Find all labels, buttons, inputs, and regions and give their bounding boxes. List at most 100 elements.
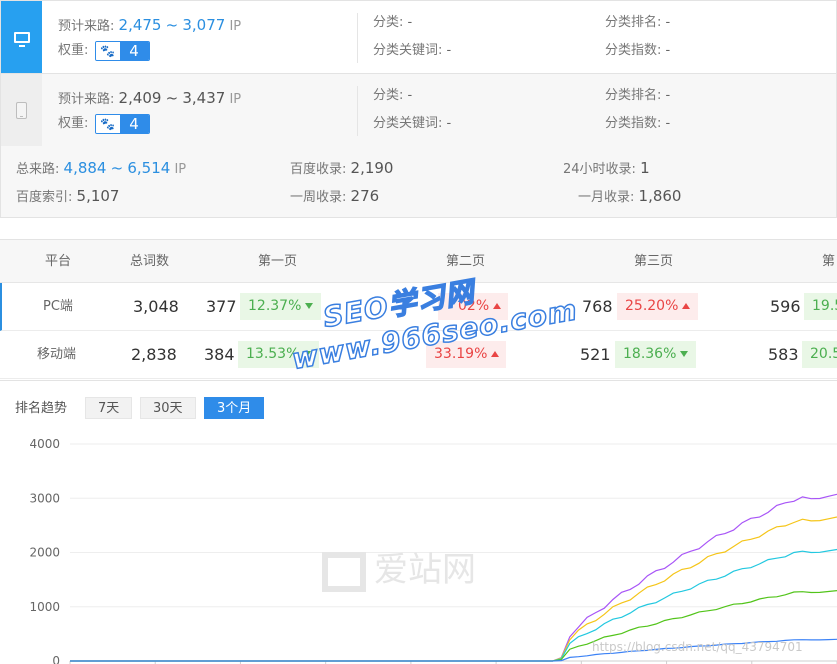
aizhan-watermark: 爱站网 — [322, 542, 476, 592]
day-index-label: 24小时收录: — [563, 162, 636, 177]
divider — [357, 86, 358, 136]
mobile-category-value: - — [407, 88, 413, 103]
mobile-traffic-low: 2,409 — [118, 89, 162, 107]
mobile-category-index-label: 分类指数: — [605, 116, 662, 131]
pc-tab[interactable] — [1, 1, 42, 73]
mobile-traffic-high: 3,437 — [182, 89, 226, 107]
row-p4-pct: 19.5 — [804, 293, 837, 320]
mobile-category-rank-value: - — [665, 88, 671, 103]
pc-category-rank-value: - — [665, 15, 671, 30]
pc-category-index-value: - — [665, 43, 671, 58]
row-p3-pct: 25.20% — [617, 293, 699, 320]
mobile-category: 分类: - 分类关键词: - — [373, 84, 451, 136]
range-7d-button[interactable]: 7天 — [85, 397, 133, 419]
pc-weight-badge[interactable]: 🐾 4 — [94, 40, 150, 61]
row-p1-count: 377 — [206, 297, 237, 316]
th-page4: 第 — [822, 254, 836, 269]
mobile-traffic-label: 预计来路: — [58, 92, 115, 107]
month-index-value: 1,860 — [638, 187, 682, 205]
trend-bar: 排名趋势 7天 30天 3个月 — [0, 380, 837, 434]
total-traffic: 总来路: 4,884 ~ 6,514 IP — [16, 155, 186, 181]
baidu-search: 百度索引: 5,107 — [16, 183, 119, 209]
aizhan-logo-icon — [322, 551, 366, 592]
phone-icon — [16, 101, 27, 119]
y-tick-label: 0 — [52, 654, 60, 664]
pc-traffic-sep: ~ — [165, 16, 179, 34]
row-p1-pct-text: 12.37% — [248, 298, 302, 314]
pc-category-label: 分类: — [373, 15, 404, 30]
th-platform: 平台 — [45, 254, 72, 269]
y-tick-label: 1000 — [29, 600, 60, 614]
divider — [357, 13, 358, 63]
row-p3-pct-text: 25.20% — [625, 298, 679, 314]
mobile-category-kw-label: 分类关键词: — [373, 116, 443, 131]
row-total: 3,048 — [133, 297, 179, 316]
row-p1-count: 384 — [204, 345, 235, 364]
total-ip-unit: IP — [174, 162, 187, 177]
mobile-category-rank: 分类排名: - 分类指数: - — [605, 84, 670, 136]
row-total: 2,838 — [131, 345, 177, 364]
mobile-category-rank-label: 分类排名: — [605, 88, 662, 103]
mobile-ip-unit: IP — [229, 92, 242, 107]
row-p4-count: 583 — [768, 345, 799, 364]
row-p3-count: 521 — [580, 345, 611, 364]
th-total: 总词数 — [130, 254, 170, 269]
row-p4-pct-text: 19.5 — [812, 298, 837, 314]
pc-ip-unit: IP — [229, 19, 242, 34]
mobile-tab[interactable] — [1, 74, 42, 146]
row-p4-pct: 20.5 — [802, 341, 837, 368]
row-p3-count: 768 — [582, 297, 613, 316]
y-tick-label: 3000 — [29, 491, 60, 505]
baidu-index-value: 2,190 — [350, 159, 394, 177]
pc-weight-value: 4 — [119, 41, 149, 60]
total-traffic-high: 6,514 — [127, 159, 171, 177]
mobile-category-kw-value: - — [446, 116, 452, 131]
mobile-weight-label: 权重: — [58, 116, 89, 131]
row-p1-pct: 12.37% — [240, 293, 322, 320]
mobile-weight-badge[interactable]: 🐾 4 — [94, 113, 150, 134]
mobile-row: 预计来路: 2,409 ~ 3,437 IP 权重: 🐾 4 分类: - 分类关… — [0, 73, 837, 147]
paw-icon: 🐾 — [95, 114, 120, 133]
th-page3: 第三页 — [634, 254, 674, 269]
up-arrow-icon — [682, 303, 691, 309]
mobile-traffic-sep: ~ — [165, 89, 179, 107]
baidu-search-value: 5,107 — [76, 187, 120, 205]
row-p3-pct-text: 18.36% — [623, 346, 677, 362]
mobile-category-index-value: - — [665, 116, 671, 131]
month-index-label: 一月收录: — [578, 190, 635, 205]
baidu-search-label: 百度索引: — [16, 190, 73, 205]
pc-category-kw-value: - — [446, 43, 452, 58]
baidu-index: 百度收录: 2,190 — [290, 155, 393, 181]
range-3m-button[interactable]: 3个月 — [204, 397, 265, 419]
mobile-stats: 预计来路: 2,409 ~ 3,437 IP 权重: 🐾 4 — [58, 86, 241, 136]
pc-row: 预计来路: 2,475 ~ 3,077 IP 权重: 🐾 4 分类: - 分类关… — [0, 0, 837, 74]
pc-category-rank-label: 分类排名: — [605, 15, 662, 30]
pc-category-index-label: 分类指数: — [605, 43, 662, 58]
th-page1: 第一页 — [258, 254, 298, 269]
week-index: 一周收录: 276 — [290, 183, 379, 209]
mobile-category-label: 分类: — [373, 88, 404, 103]
row-p4-pct-text: 20.5 — [810, 346, 837, 362]
total-traffic-low: 4,884 — [63, 159, 107, 177]
y-tick-label: 4000 — [29, 437, 60, 451]
day-index: 24小时收录: 1 — [563, 155, 650, 181]
row-p3-pct: 18.36% — [615, 341, 697, 368]
total-traffic-label: 总来路: — [16, 162, 60, 177]
paw-icon: 🐾 — [95, 41, 120, 60]
down-arrow-icon — [305, 303, 314, 309]
pc-traffic-high: 3,077 — [182, 16, 226, 34]
csdn-watermark: https://blog.csdn.net/qq_43794701 — [592, 640, 803, 654]
week-index-value: 276 — [350, 187, 380, 205]
baidu-index-label: 百度收录: — [290, 162, 347, 177]
pc-category-value: - — [407, 15, 413, 30]
pc-traffic-low: 2,475 — [118, 16, 162, 34]
pc-category-rank: 分类排名: - 分类指数: - — [605, 11, 670, 63]
month-index: 一月收录: 1,860 — [578, 183, 681, 209]
table-header: 平台 总词数 第一页 第二页 第三页 第 — [0, 240, 837, 283]
monitor-icon — [13, 31, 30, 47]
range-30d-button[interactable]: 30天 — [140, 397, 196, 419]
week-index-label: 一周收录: — [290, 190, 347, 205]
pc-category: 分类: - 分类关键词: - — [373, 11, 451, 63]
up-arrow-icon — [491, 351, 500, 357]
row-p4-count: 596 — [770, 297, 801, 316]
